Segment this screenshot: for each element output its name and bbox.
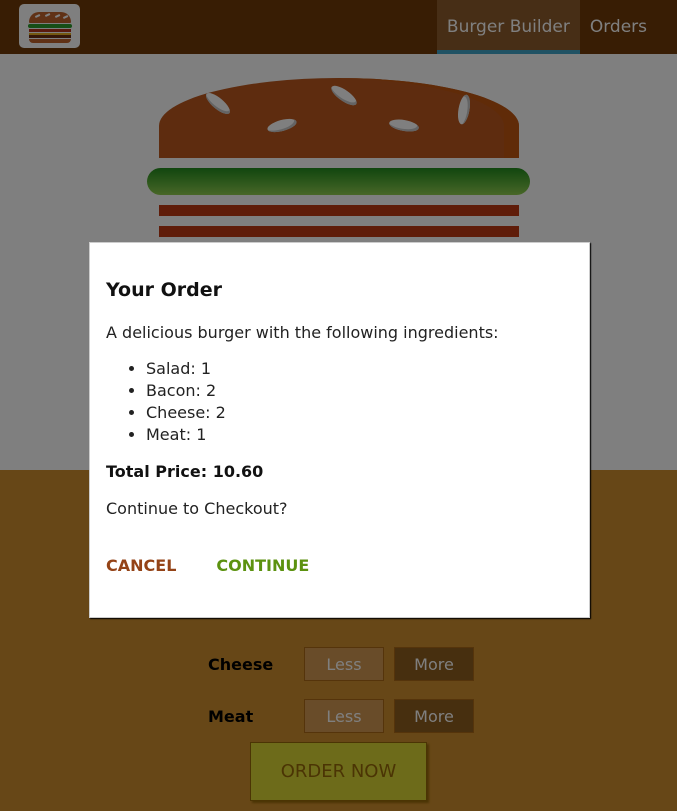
modal-title: Your Order: [106, 279, 222, 301]
order-summary-modal: Your Order A delicious burger with the f…: [89, 242, 590, 618]
list-item: Salad: 1: [146, 358, 573, 380]
list-item: Meat: 1: [146, 424, 573, 446]
checkout-question: Continue to Checkout?: [106, 499, 288, 518]
list-item: Cheese: 2: [146, 402, 573, 424]
order-description: A delicious burger with the following in…: [106, 323, 499, 342]
list-item: Bacon: 2: [146, 380, 573, 402]
modal-actions: CANCEL CONTINUE: [106, 556, 573, 575]
continue-button[interactable]: CONTINUE: [216, 556, 309, 575]
cancel-button[interactable]: CANCEL: [106, 556, 176, 575]
total-price: Total Price: 10.60: [106, 462, 264, 481]
ingredient-list: Salad: 1 Bacon: 2 Cheese: 2 Meat: 1: [106, 358, 573, 446]
